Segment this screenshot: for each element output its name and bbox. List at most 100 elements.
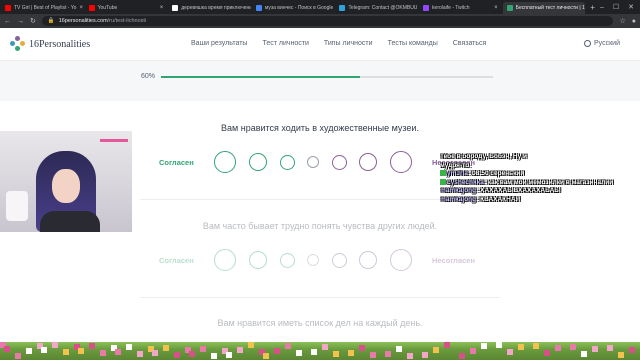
flower-block [570,344,576,350]
tab-close-icon[interactable]: × [79,5,83,11]
new-tab-icon[interactable]: + [585,2,600,14]
flower-block [322,344,328,350]
chat-badge-icon [440,170,446,177]
flower-block [470,348,476,354]
chat-badge-icon [440,178,446,185]
minimize-icon[interactable]: – [600,2,604,14]
flower-block [481,343,487,349]
flower-block [555,345,561,351]
flower-block [200,346,206,352]
answer-option-7[interactable] [390,151,412,173]
flower-block [226,352,232,358]
star-icon[interactable]: ☆ [619,17,625,25]
nav-item-test[interactable]: Тест личности [262,40,308,47]
progress-track [161,76,493,78]
answer-option-2[interactable] [249,153,267,171]
nav-item-results[interactable]: Ваши результаты [191,40,247,47]
close-icon[interactable]: ✕ [628,2,634,14]
flower-block [629,347,635,353]
agree-label: Согласен [159,256,194,265]
globe-icon [584,40,592,47]
flower-block [533,343,539,349]
flower-block [63,349,69,355]
answer-option-1[interactable] [214,249,236,271]
browser-tab[interactable]: Бесплатный тест личности | 16× [502,2,586,14]
streamer-webcam [0,131,132,232]
question-text: Вам нравится иметь список дел на каждый … [217,318,423,328]
site-logo[interactable]: 16Personalities [10,36,90,52]
answer-option-1[interactable] [214,151,236,173]
maximize-icon[interactable]: ☐ [613,2,619,14]
tab-favicon-icon [172,5,179,11]
chat-message: ymJria: 08:50 серенький [440,170,640,179]
flower-block [4,346,10,352]
flower-block [422,352,428,358]
browser-tab[interactable]: муза винчес - Поиск в Google× [252,2,335,14]
browser-toolbar: ← → ↻ 🔒 16personalities.com/ru/test-lich… [0,14,640,28]
tab-title: kerolaife - Twitch [432,5,470,11]
answer-option-4[interactable] [307,156,319,168]
profile-icon[interactable]: ● [632,18,636,25]
answer-option-5[interactable] [331,154,347,170]
browser-tab[interactable]: kerolaife - Twitch × [419,2,502,14]
back-icon[interactable]: ← [4,18,11,25]
answer-option-3[interactable] [279,154,295,170]
tab-close-icon[interactable]: × [494,5,498,11]
tab-favicon-icon [5,5,11,11]
address-bar[interactable]: 🔒 16personalities.com/ru/test-lichnosti [41,16,614,26]
chat-message: Тебе в бороду, Бобэн, Ну и [440,153,640,162]
tab-title: TV Girl | Best of Playlist - Yo [14,5,77,11]
flower-block [78,348,84,354]
browser-tab[interactable]: YouTube × [85,2,168,14]
flower-block [618,352,624,358]
tab-favicon-icon [423,5,430,11]
flower-block [89,343,95,349]
answer-option-3[interactable] [279,252,295,268]
answer-option-6[interactable] [359,251,377,269]
nav-item-contact[interactable]: Связаться [453,40,487,47]
answer-option-7[interactable] [390,249,412,271]
flower-block [285,343,291,349]
browser-tab[interactable]: Telegram: Contact @OKMBUU× [335,2,418,14]
disagree-label: Несогласен [432,256,475,265]
answer-option-5[interactable] [331,252,347,268]
site-header: 16Personalities Ваши результаты Тест лич… [0,28,640,61]
chat-text: 08:50 серенький [471,170,525,177]
chat-text: Тебе в бороду, Бобэн, Ну и [440,153,528,160]
forward-icon[interactable]: → [17,18,24,25]
tab-title: Бесплатный тест личности | 16 [515,5,586,11]
nav-item-types[interactable]: Типы личности [324,40,373,47]
chat-text: как вам мои мемозилки в магазиналии [487,178,614,186]
browser-tab[interactable]: TV Girl | Best of Playlist - Yo × [1,2,84,14]
flower-block [407,353,413,359]
flower-block [115,349,121,355]
nav-item-teams[interactable]: Тесты команды [388,40,438,47]
flower-block [137,351,143,357]
flower-block [52,342,58,348]
tab-favicon-icon [506,5,513,11]
progress-percent: 60% [141,73,156,80]
flower-block [174,352,180,358]
browser-tab[interactable]: деревяшка время приключений× [168,2,251,14]
language-label: Русский [594,40,620,47]
stream-chat: Тебе в бороду, Бобэн, Ну и мудря-то. ymJri… [440,153,640,204]
lock-icon: 🔒 [47,18,55,24]
reload-icon[interactable]: ↻ [30,17,36,25]
answer-option-2[interactable] [249,251,267,269]
tab-close-icon[interactable]: × [160,5,164,11]
flower-block [433,347,439,353]
tab-title: YouTube [97,5,118,11]
chat-text: КВАХАКНАЯ [480,195,521,203]
flower-block [544,350,550,356]
flower-block [333,351,339,357]
flower-block [444,342,450,348]
flower-block [592,346,598,352]
answer-option-4[interactable] [307,254,319,266]
url-host: 16personalities.com [58,18,108,24]
answer-option-6[interactable] [359,153,377,171]
tab-title: муза винчес - Поиск в Google [264,5,334,11]
flower-block [581,351,587,357]
flower-block [496,342,502,348]
flower-block [370,352,376,358]
language-selector[interactable]: Русский [584,40,620,47]
